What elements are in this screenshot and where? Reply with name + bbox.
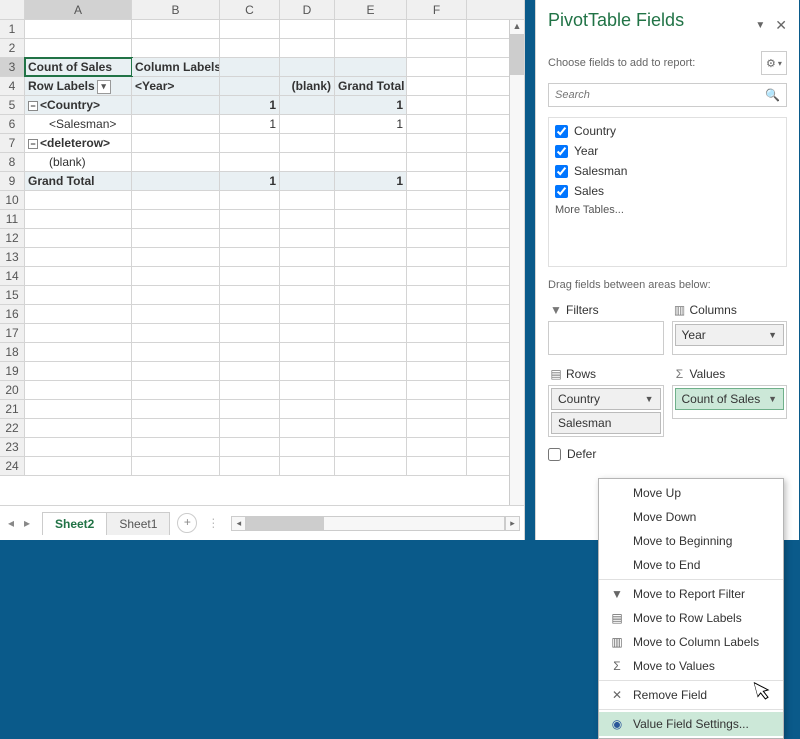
columns-icon: ▥ (674, 303, 686, 317)
field-checkbox-sales[interactable]: Sales (555, 184, 780, 198)
col-header-F[interactable]: F (407, 0, 467, 19)
select-all-corner[interactable] (0, 0, 25, 19)
sheet-tab-other[interactable]: Sheet1 (106, 512, 170, 535)
row-chip-country[interactable]: Country▼ (551, 388, 661, 410)
drag-instruction: Drag fields between areas below: (548, 279, 787, 291)
area-values[interactable]: ΣValues Count of Sales▼ (672, 363, 788, 437)
tab-nav-next-icon[interactable]: ▸ (20, 516, 34, 530)
menu-move-to-report-filter[interactable]: ▼Move to Report Filter (599, 582, 783, 606)
cell-B4[interactable]: <Year> (132, 77, 220, 95)
gear-icon: ⚙ (766, 57, 776, 70)
defer-layout-checkbox[interactable]: Defer (548, 447, 787, 461)
close-pane-icon[interactable]: ✕ (775, 17, 787, 34)
field-checkbox-salesman[interactable]: Salesman (555, 164, 780, 178)
remove-icon: ✕ (609, 688, 625, 702)
menu-move-down: Move Down (599, 505, 783, 529)
menu-move-to-values: ΣMove to Values (599, 654, 783, 678)
cell-A8[interactable]: (blank) (25, 153, 132, 171)
collapse-icon[interactable]: − (28, 139, 38, 149)
column-chip-year[interactable]: Year▼ (675, 324, 785, 346)
scroll-right-icon[interactable]: ▸ (505, 516, 520, 531)
cell-C9[interactable]: 1 (220, 172, 280, 190)
pane-title: PivotTable Fields (548, 10, 684, 31)
menu-move-to-row-labels[interactable]: ▤Move to Row Labels (599, 606, 783, 630)
area-filters[interactable]: ▼Filters (548, 299, 664, 355)
area-columns[interactable]: ▥Columns Year▼ (672, 299, 788, 355)
pane-menu-caret-icon[interactable]: ▼ (755, 20, 765, 31)
row-chip-salesman[interactable]: Salesman (551, 412, 661, 434)
cell-D4[interactable]: (blank) (280, 77, 335, 95)
choose-fields-label: Choose fields to add to report: (548, 57, 695, 69)
tab-divider: ⋮ (207, 516, 219, 530)
scroll-thumb[interactable] (510, 35, 524, 75)
menu-move-end: Move to End (599, 553, 783, 577)
value-field-context-menu: Move Up Move Down Move to Beginning Move… (598, 478, 784, 739)
field-checkbox-year[interactable]: Year (555, 144, 780, 158)
column-headers: A B C D E F (0, 0, 524, 20)
horizontal-scrollbar[interactable]: ◂ ▸ (231, 516, 520, 531)
columns-icon: ▥ (609, 635, 625, 649)
cell-B3[interactable]: Column Labels (132, 58, 220, 76)
sheet-tabs: ◂ ▸ Sheet2 Sheet1 + ⋮ ◂ ▸ (0, 505, 524, 540)
col-header-D[interactable]: D (280, 0, 335, 19)
scroll-left-icon[interactable]: ◂ (231, 516, 246, 531)
settings-icon: ◉ (609, 717, 625, 731)
sheet-tab-active[interactable]: Sheet2 (42, 512, 107, 535)
row-labels-dropdown-icon[interactable] (97, 80, 111, 94)
field-list: Country Year Salesman Sales More Tables.… (548, 117, 787, 267)
scroll-up-icon[interactable]: ▲ (510, 20, 524, 35)
filter-icon: ▼ (609, 587, 625, 601)
col-header-A[interactable]: A (25, 0, 132, 19)
field-checkbox-country[interactable]: Country (555, 124, 780, 138)
field-options-button[interactable]: ⚙▾ (761, 51, 787, 75)
more-tables-link[interactable]: More Tables... (555, 204, 780, 216)
cell-E6[interactable]: 1 (335, 115, 407, 133)
field-search[interactable]: 🔍 (548, 83, 787, 107)
vertical-scrollbar[interactable]: ▲ (509, 20, 524, 505)
pivottable-fields-pane: PivotTable Fields ▼ ✕ Choose fields to a… (535, 0, 799, 540)
cell-A6[interactable]: <Salesman> (25, 115, 132, 133)
menu-move-beginning: Move to Beginning (599, 529, 783, 553)
menu-move-to-column-labels[interactable]: ▥Move to Column Labels (599, 630, 783, 654)
cell-E4[interactable]: Grand Total (335, 77, 407, 95)
cell-C5[interactable]: 1 (220, 96, 280, 114)
cell-C6[interactable]: 1 (220, 115, 280, 133)
grid[interactable]: A B C D E F 1 2 3 Count of Sales Column … (0, 0, 524, 505)
sigma-icon: Σ (674, 367, 686, 381)
cell-E5[interactable]: 1 (335, 96, 407, 114)
cell-E9[interactable]: 1 (335, 172, 407, 190)
filter-icon: ▼ (550, 303, 562, 317)
tab-nav-first-icon[interactable]: ◂ (4, 516, 18, 530)
rows-icon: ▤ (609, 611, 625, 625)
spreadsheet-area: A B C D E F 1 2 3 Count of Sales Column … (0, 0, 525, 540)
search-icon: 🔍 (765, 88, 780, 102)
cell-A9[interactable]: Grand Total (25, 172, 132, 190)
cell-A3[interactable]: Count of Sales (25, 58, 132, 76)
menu-value-field-settings[interactable]: ◉Value Field Settings... (599, 712, 783, 736)
area-rows[interactable]: ▤Rows Country▼ Salesman (548, 363, 664, 437)
menu-remove-field[interactable]: ✕Remove Field (599, 683, 783, 707)
collapse-icon[interactable]: − (28, 101, 38, 111)
cell-A7[interactable]: −<deleterow> (25, 134, 132, 152)
sigma-icon: Σ (609, 659, 625, 673)
cell-A5[interactable]: −<Country> (25, 96, 132, 114)
search-input[interactable] (555, 89, 765, 101)
add-sheet-button[interactable]: + (177, 513, 197, 533)
menu-move-up: Move Up (599, 481, 783, 505)
col-header-E[interactable]: E (335, 0, 407, 19)
cell-A4[interactable]: Row Labels (25, 77, 132, 95)
value-chip-count-of-sales[interactable]: Count of Sales▼ (675, 388, 785, 410)
col-header-B[interactable]: B (132, 0, 220, 19)
col-header-C[interactable]: C (220, 0, 280, 19)
rows-icon: ▤ (550, 367, 562, 381)
